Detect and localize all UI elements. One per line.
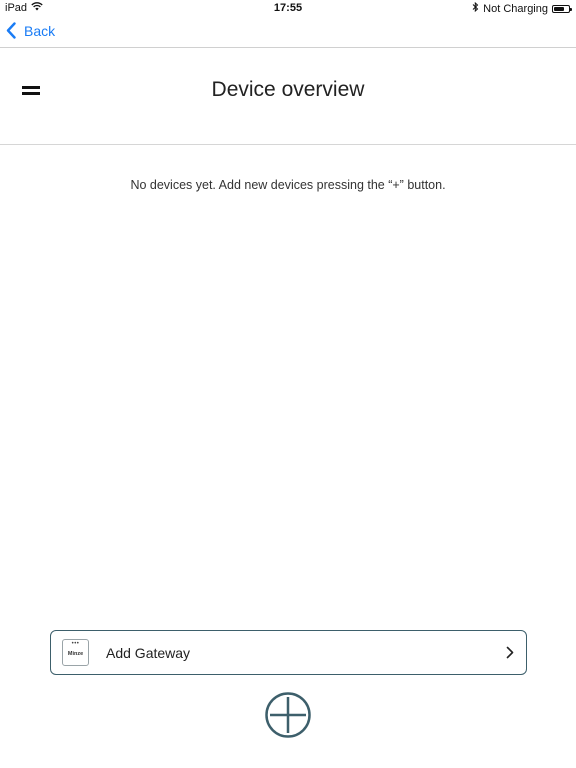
navigation-bar: Back [0, 16, 576, 48]
status-bar: iPad 17:55 Not Charging [0, 0, 576, 16]
gateway-logo-text: Minze [67, 651, 84, 657]
page-header: Device overview [0, 48, 576, 145]
status-right: Not Charging [472, 1, 572, 15]
device-overview-screen: iPad 17:55 Not Charging Back Device over… [0, 0, 576, 768]
empty-state-message: No devices yet. Add new devices pressing… [130, 178, 446, 192]
chevron-left-icon [6, 22, 16, 39]
battery-icon [552, 4, 572, 13]
bluetooth-icon [472, 1, 479, 15]
chevron-right-icon [506, 646, 514, 659]
add-gateway-label: Add Gateway [106, 645, 191, 661]
page-title: Device overview [211, 78, 365, 101]
add-device-button[interactable] [265, 692, 311, 738]
back-label: Back [24, 22, 56, 39]
charging-status: Not Charging [483, 2, 548, 15]
back-button[interactable]: Back [6, 22, 55, 39]
plus-circle-icon [265, 692, 311, 738]
gateway-logo-dots: ••• [71, 641, 80, 647]
gateway-device-icon: ••• Minze [62, 639, 89, 666]
add-gateway-button[interactable]: ••• Minze Add Gateway [50, 630, 527, 675]
battery-level [554, 6, 564, 11]
